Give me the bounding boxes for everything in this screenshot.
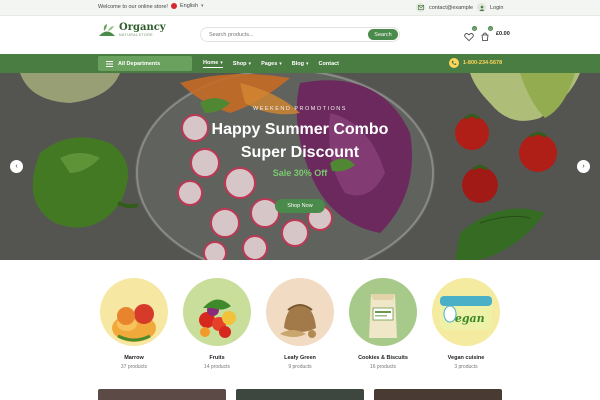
nav-item-label: Pages	[261, 61, 278, 67]
nav-item-pages[interactable]: Pages ▾	[261, 60, 282, 68]
category-list: Marrow 37 products Fruits 14 products Le…	[98, 278, 508, 378]
chevron-down-icon: ▾	[279, 61, 282, 67]
chevron-right-icon: ›	[582, 163, 585, 170]
logo-tagline: NATURALSTORE	[119, 33, 154, 37]
category-name: Vegan cuisine	[447, 355, 485, 361]
hero-background-image	[0, 73, 600, 260]
hero-sale-text: Sale 30% Off	[272, 168, 328, 178]
phone-number[interactable]: 1-800-234-5678	[449, 58, 502, 68]
category-item-vegan-cuisine[interactable]: Vegan Vegan cuisine 3 products	[430, 278, 502, 370]
category-image	[349, 278, 417, 346]
category-image: Vegan	[432, 278, 500, 346]
promo-banner-3[interactable]	[374, 389, 502, 400]
menu-icon	[106, 60, 113, 67]
hero-subtitle: WEEKEND PROMOTIONS	[253, 106, 347, 112]
login-link[interactable]: Login	[477, 3, 503, 12]
promo-banners	[98, 389, 502, 400]
nav-menu: Home ▾ Shop ▾ Pages ▾ Blog ▾ Contact	[203, 60, 339, 68]
nav-item-blog[interactable]: Blog ▾	[292, 60, 309, 68]
site-header: Organcy NATURALSTORE Search 0 0 £0.00	[0, 16, 600, 54]
top-bar: Welcome to our online store! English ▾ c…	[0, 0, 600, 16]
welcome-message: Welcome to our online store!	[98, 4, 168, 10]
category-name: Fruits	[209, 355, 225, 361]
language-label: English	[180, 3, 199, 9]
promo-banner-1[interactable]	[98, 389, 226, 400]
slider-next-button[interactable]: ›	[577, 160, 590, 173]
category-name: Leafy Green	[284, 355, 316, 361]
phone-icon	[449, 58, 459, 68]
wishlist-count-badge: 0	[472, 26, 477, 31]
category-item-marrow[interactable]: Marrow 37 products	[98, 278, 170, 370]
nav-item-label: Blog	[291, 61, 305, 67]
chevron-down-icon: ▾	[248, 61, 252, 67]
category-image	[100, 278, 168, 346]
cart-total: £0.00	[496, 31, 510, 37]
nav-item-label: Contact	[318, 61, 340, 67]
category-count: 9 products	[288, 364, 312, 370]
promo-banner-2[interactable]	[236, 389, 364, 400]
category-image	[266, 278, 334, 346]
all-departments-label: All Departments	[118, 60, 161, 67]
chevron-down-icon: ▾	[306, 61, 309, 67]
category-item-cookies-biscuits[interactable]: Cookies & Biscuits 16 products	[347, 278, 419, 370]
hero-title-line-1: Happy Summer Combo	[211, 121, 389, 138]
category-count: 14 products	[203, 364, 231, 370]
cart-icon	[481, 32, 489, 41]
logo[interactable]: Organcy NATURALSTORE	[98, 23, 166, 38]
main-navigation: All Departments Home ▾ Shop ▾ Pages ▾ Blog ▾…	[0, 54, 600, 73]
category-count: 16 products	[369, 364, 397, 370]
search-bar: Search	[200, 27, 400, 42]
flag-icon	[171, 3, 177, 9]
nav-item-shop[interactable]: Shop ▾	[233, 60, 251, 68]
nav-item-label: Home	[203, 60, 219, 66]
category-count: 37 products	[120, 364, 148, 370]
category-count: 3 products	[454, 364, 478, 370]
chevron-left-icon: ‹	[15, 163, 18, 170]
category-item-fruits[interactable]: Fruits 14 products	[181, 278, 253, 370]
cart-count-badge: 0	[488, 26, 493, 31]
header-icons: 0 0 £0.00	[464, 26, 510, 42]
logo-mark-icon	[99, 24, 115, 37]
category-image	[183, 278, 251, 346]
language-selector[interactable]: English ▾	[171, 3, 204, 9]
login-label: Login	[490, 4, 504, 11]
wishlist-button[interactable]: 0	[464, 26, 477, 42]
phone-label: 1-800-234-5678	[463, 60, 503, 66]
contact-link[interactable]: contact@example	[416, 3, 473, 12]
nav-item-label: Shop	[232, 61, 247, 67]
category-name: Marrow	[124, 355, 144, 361]
category-item-leafy-green[interactable]: Leafy Green 9 products	[264, 278, 336, 370]
category-name: Cookies & Biscuits	[358, 355, 408, 361]
chevron-down-icon: ▾	[220, 60, 223, 66]
logo-name: Organcy	[119, 22, 166, 33]
nav-item-contact[interactable]: Contact	[319, 60, 339, 68]
all-departments-button[interactable]: All Departments	[98, 56, 192, 71]
user-icon	[477, 3, 486, 12]
hero-banner: WEEKEND PROMOTIONS Happy Summer Combo Su…	[0, 73, 600, 260]
shop-now-button[interactable]: Shop Now	[275, 199, 325, 213]
mail-icon	[416, 3, 425, 12]
contact-email: contact@example	[429, 4, 474, 11]
search-input[interactable]	[209, 30, 359, 40]
hero-title-line-2: Super Discount	[240, 144, 360, 161]
chevron-down-icon: ▾	[201, 3, 204, 9]
nav-item-home[interactable]: Home ▾	[203, 60, 223, 68]
cart-button[interactable]: 0	[480, 26, 493, 41]
search-button[interactable]: Search	[368, 29, 398, 40]
heart-icon	[464, 33, 474, 42]
slider-prev-button[interactable]: ‹	[10, 160, 23, 173]
